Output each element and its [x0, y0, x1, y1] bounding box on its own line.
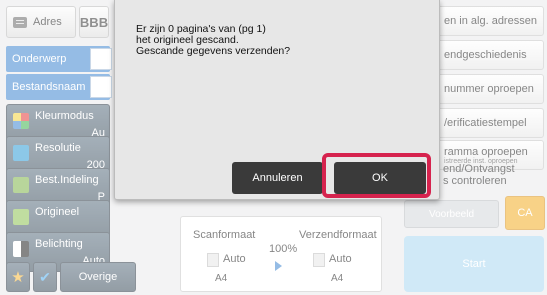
scan-confirm-dialog: Er zijn 0 pagina's van (pg 1) het origin…: [114, 0, 440, 200]
screen: Adres BBB Onderwerp Bestandsnaam Kleurmo…: [0, 0, 547, 295]
dialog-message-line: Gescande gegevens verzenden?: [136, 45, 291, 57]
ok-button[interactable]: OK: [334, 162, 426, 194]
dialog-message: Er zijn 0 pagina's van (pg 1) het origin…: [136, 24, 386, 57]
cancel-button[interactable]: Annuleren: [232, 162, 323, 194]
